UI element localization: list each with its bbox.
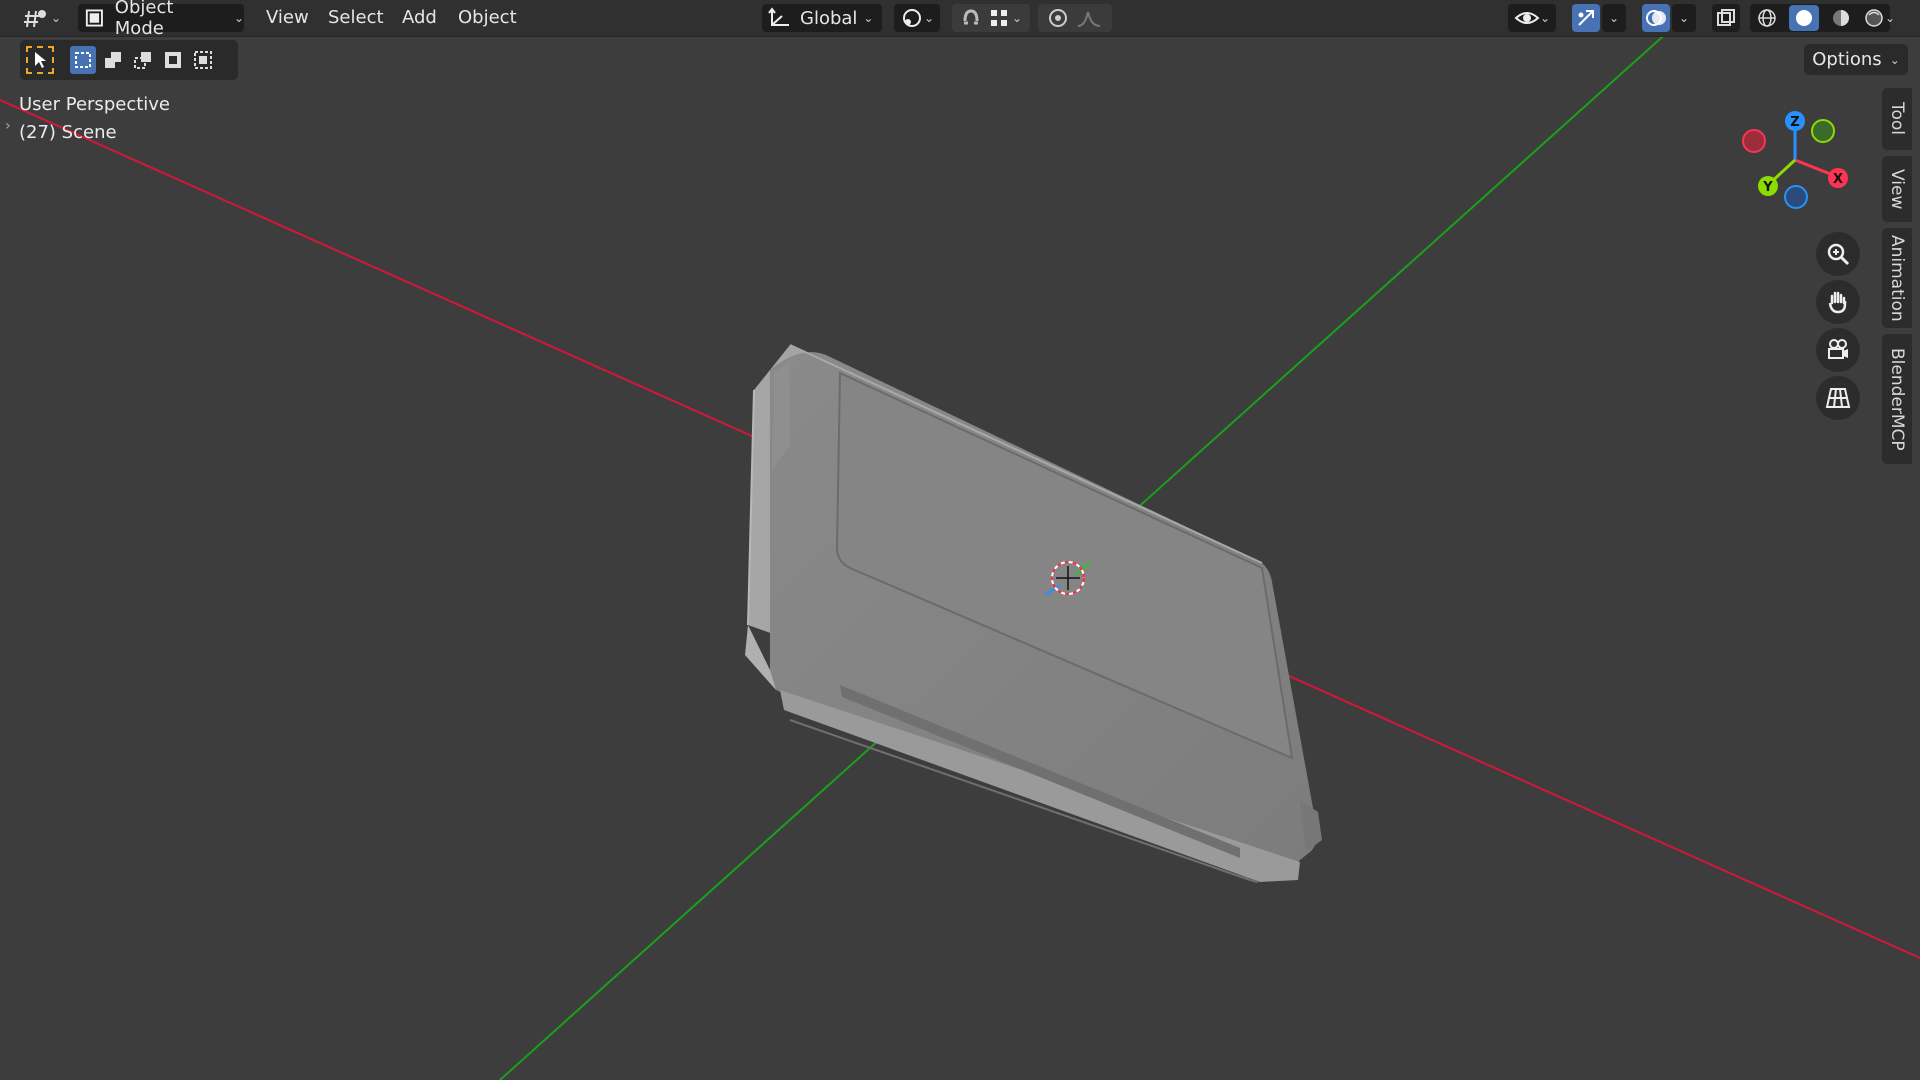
svg-text:X: X	[1833, 172, 1843, 187]
select-tool-row	[20, 40, 238, 80]
select-extend-icon	[105, 52, 121, 68]
svg-text:Y: Y	[1762, 180, 1773, 195]
view-perspective-label: User Perspective	[19, 94, 170, 115]
gizmo-axis-x[interactable]: X	[1828, 168, 1848, 188]
xray-toggle-button[interactable]	[1712, 4, 1740, 32]
viewport-scene	[0, 29, 1920, 1080]
mode-label: Object Mode	[114, 0, 174, 39]
cartridge-mesh[interactable]	[745, 344, 1322, 883]
tab-tool[interactable]: Tool	[1882, 88, 1912, 150]
select-invert-icon	[165, 52, 181, 68]
scene-label: (27) Scene	[19, 122, 117, 143]
zoom-icon	[1827, 243, 1850, 266]
overlays-toggle-button[interactable]	[1642, 4, 1670, 32]
overlays-dropdown[interactable]: ⌄	[1672, 4, 1696, 32]
gizmo-neg-x[interactable]	[1742, 129, 1766, 153]
mode-subtract-button[interactable]	[130, 46, 156, 74]
editor-type-button[interactable]: ⌄	[18, 4, 66, 32]
gizmo-neg-y[interactable]	[1811, 119, 1835, 143]
gizmo-dropdown[interactable]: ⌄	[1602, 4, 1626, 32]
gizmo-axis-z[interactable]: Z	[1785, 111, 1805, 131]
snap-controls[interactable]: ⌄	[952, 4, 1030, 32]
tab-blendermcp[interactable]: BlenderMCP	[1882, 334, 1912, 464]
perspective-toggle-button[interactable]	[1816, 376, 1860, 420]
select-box-tool[interactable]	[26, 46, 54, 74]
menu-view[interactable]: View	[266, 0, 309, 36]
zoom-button[interactable]	[1816, 232, 1860, 276]
navigation-gizmo[interactable]: Z X Y	[1730, 105, 1870, 215]
grid-view-icon	[1825, 388, 1851, 408]
falloff-icon	[1077, 11, 1101, 27]
mode-intersect-button[interactable]	[190, 46, 216, 74]
pivot-point-selector[interactable]: ⌄	[894, 4, 940, 32]
mode-invert-button[interactable]	[160, 46, 186, 74]
select-intersect-icon	[194, 51, 212, 69]
eye-icon	[1514, 12, 1540, 24]
gizmo-toggle-button[interactable]	[1572, 4, 1600, 32]
toolbar-expand-icon[interactable]: ›	[5, 118, 11, 134]
wireframe-icon[interactable]	[1756, 7, 1778, 29]
options-button[interactable]: Options ⌄	[1804, 44, 1908, 75]
object-mode-icon	[85, 9, 103, 27]
camera-view-button[interactable]	[1816, 328, 1860, 372]
transform-orientation-selector[interactable]: Global ⌄	[762, 4, 882, 32]
svg-text:Z: Z	[1790, 115, 1799, 130]
3d-viewport[interactable]	[0, 0, 1920, 1080]
menu-select[interactable]: Select	[328, 0, 384, 36]
menu-object[interactable]: Object	[458, 0, 517, 36]
material-preview-icon[interactable]	[1830, 7, 1852, 29]
snap-increment-icon	[990, 10, 1007, 26]
shading-dropdown[interactable]: ⌄	[1878, 4, 1902, 32]
orientation-label: Global	[800, 7, 858, 29]
transform-orientation-icon	[768, 7, 789, 26]
camera-icon	[1828, 339, 1848, 359]
editor-type-icon	[23, 10, 46, 28]
menu-add[interactable]: Add	[402, 0, 437, 36]
gizmo-neg-z[interactable]	[1784, 185, 1808, 209]
visibility-selector[interactable]: ⌄	[1508, 4, 1556, 32]
xray-icon	[1717, 9, 1735, 26]
pivot-point-icon	[902, 9, 921, 27]
select-new-icon	[75, 52, 91, 68]
select-subtract-icon	[134, 52, 151, 69]
viewport-header: ⌄ Object Mode ⌄ View Select Add Object G…	[0, 0, 1920, 39]
pan-hand-icon	[1828, 291, 1847, 314]
proportional-edit-icon	[1049, 9, 1067, 27]
overlays-icon	[1646, 10, 1666, 26]
proportional-editing[interactable]	[1038, 4, 1112, 32]
solid-shading-button[interactable]	[1788, 5, 1819, 31]
mode-extend-button[interactable]	[100, 46, 126, 74]
pan-button[interactable]	[1816, 280, 1860, 324]
snap-icon	[963, 9, 979, 25]
gizmo-toggle-icon	[1578, 10, 1594, 26]
shading-mode-group	[1750, 4, 1890, 32]
tab-animation[interactable]: Animation	[1882, 228, 1912, 328]
mode-selector[interactable]: Object Mode ⌄	[78, 0, 244, 39]
solid-shading-icon	[1795, 10, 1812, 26]
options-label: Options	[1812, 49, 1882, 70]
mode-set-new-button[interactable]	[70, 46, 96, 74]
tab-view[interactable]: View	[1882, 156, 1912, 222]
gizmo-axis-y[interactable]: Y	[1758, 176, 1778, 196]
cursor-arrow-icon	[35, 52, 46, 68]
